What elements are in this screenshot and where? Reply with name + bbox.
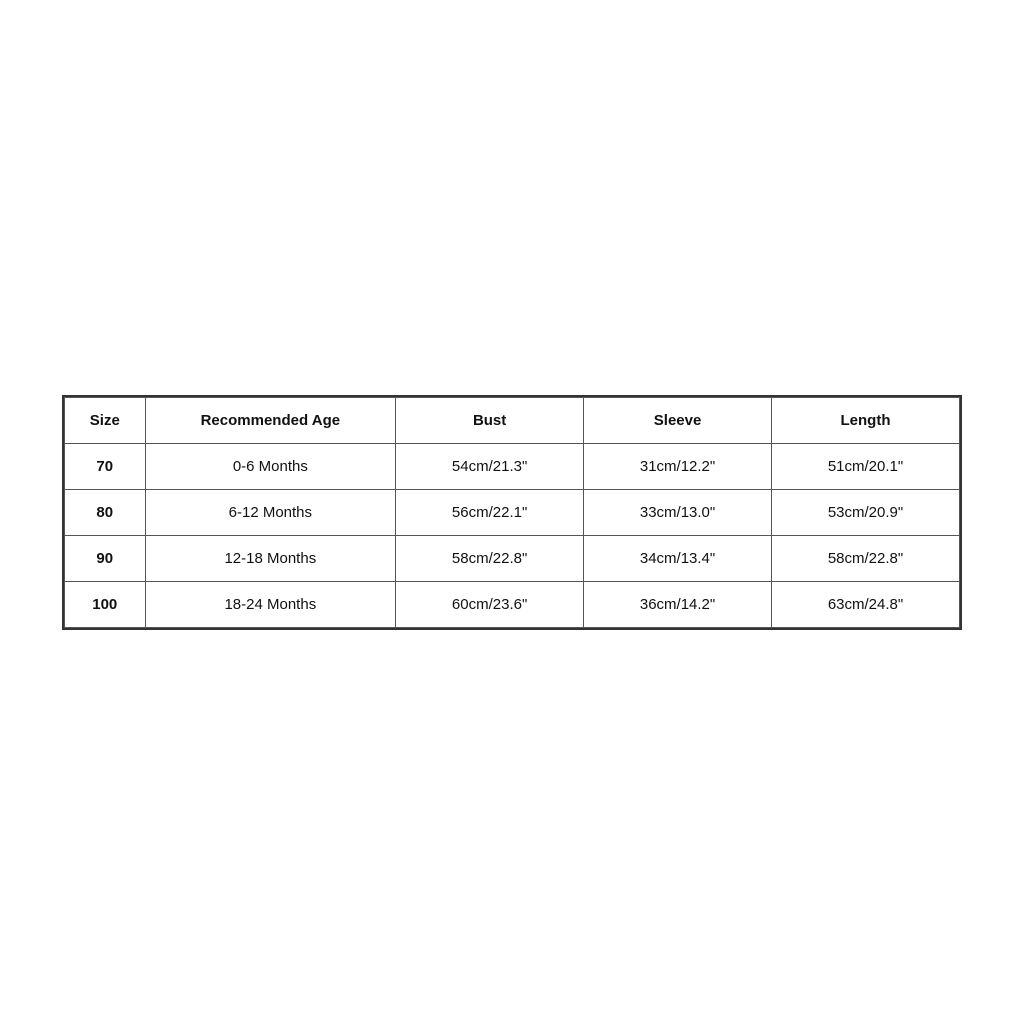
table-header-row: Size Recommended Age Bust Sleeve Length <box>65 397 960 443</box>
header-sleeve: Sleeve <box>584 397 772 443</box>
cell-bust: 58cm/22.8" <box>396 535 584 581</box>
cell-sleeve: 36cm/14.2" <box>584 581 772 627</box>
header-bust: Bust <box>396 397 584 443</box>
size-chart-table: Size Recommended Age Bust Sleeve Length … <box>64 397 960 628</box>
cell-size: 80 <box>65 489 146 535</box>
cell-sleeve: 34cm/13.4" <box>584 535 772 581</box>
cell-bust: 60cm/23.6" <box>396 581 584 627</box>
header-size: Size <box>65 397 146 443</box>
cell-length: 63cm/24.8" <box>772 581 960 627</box>
header-length: Length <box>772 397 960 443</box>
cell-sleeve: 33cm/13.0" <box>584 489 772 535</box>
cell-size: 100 <box>65 581 146 627</box>
cell-size: 70 <box>65 443 146 489</box>
cell-sleeve: 31cm/12.2" <box>584 443 772 489</box>
size-chart-container: Size Recommended Age Bust Sleeve Length … <box>62 395 962 630</box>
cell-length: 53cm/20.9" <box>772 489 960 535</box>
table-row: 9012-18 Months58cm/22.8"34cm/13.4"58cm/2… <box>65 535 960 581</box>
cell-length: 51cm/20.1" <box>772 443 960 489</box>
table-row: 700-6 Months54cm/21.3"31cm/12.2"51cm/20.… <box>65 443 960 489</box>
cell-bust: 56cm/22.1" <box>396 489 584 535</box>
cell-size: 90 <box>65 535 146 581</box>
cell-age: 12-18 Months <box>145 535 396 581</box>
table-row: 10018-24 Months60cm/23.6"36cm/14.2"63cm/… <box>65 581 960 627</box>
cell-length: 58cm/22.8" <box>772 535 960 581</box>
cell-age: 6-12 Months <box>145 489 396 535</box>
cell-bust: 54cm/21.3" <box>396 443 584 489</box>
cell-age: 18-24 Months <box>145 581 396 627</box>
table-row: 806-12 Months56cm/22.1"33cm/13.0"53cm/20… <box>65 489 960 535</box>
header-recommended-age: Recommended Age <box>145 397 396 443</box>
cell-age: 0-6 Months <box>145 443 396 489</box>
